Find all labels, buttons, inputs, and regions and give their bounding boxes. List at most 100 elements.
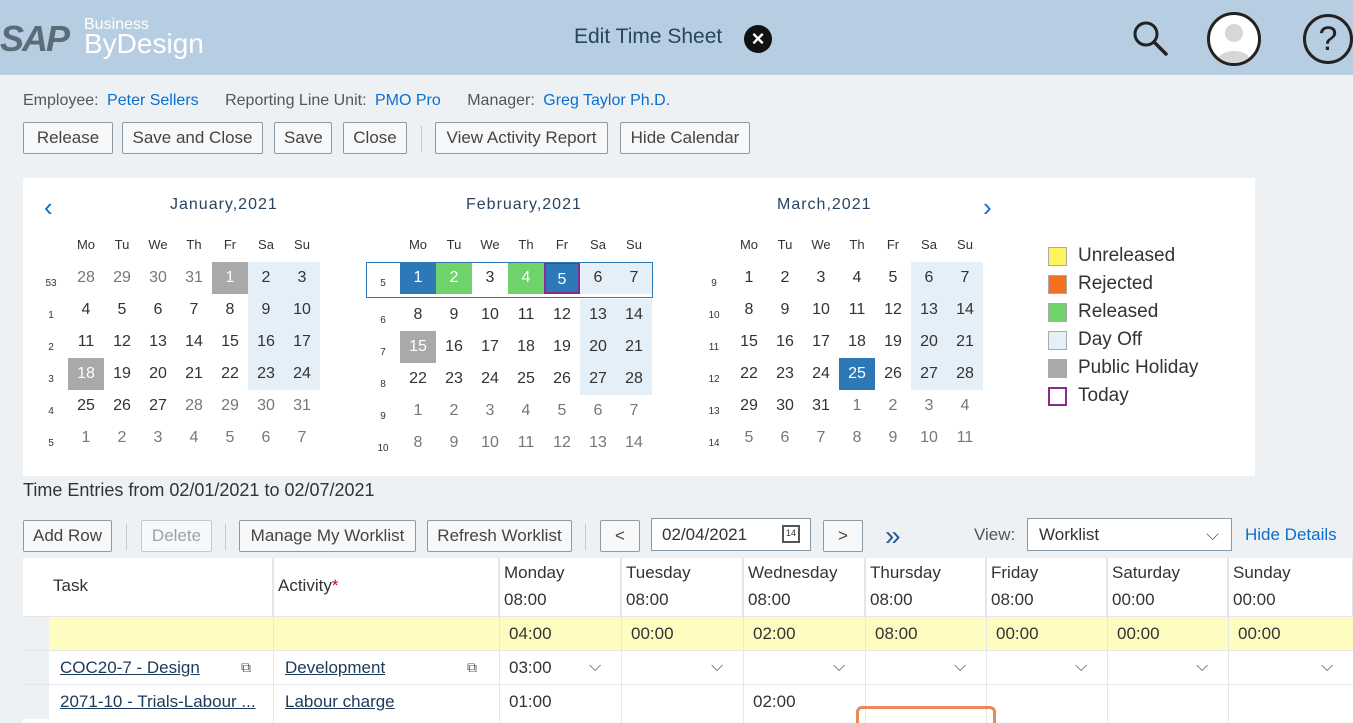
- refresh-worklist-button[interactable]: Refresh Worklist: [427, 520, 572, 552]
- calendar-day[interactable]: 28: [947, 358, 983, 390]
- table-row[interactable]: 2071-10 - Trials-Labour ... Labour charge…: [23, 684, 1353, 719]
- calendar-day[interactable]: 13: [580, 427, 616, 459]
- column-header-day[interactable]: Tuesday 08:00: [621, 558, 743, 616]
- calendar-day[interactable]: 31: [284, 390, 320, 422]
- calendar-day[interactable]: 13: [140, 326, 176, 358]
- double-chevron-right-icon[interactable]: »: [885, 520, 901, 552]
- calendar-day[interactable]: 8: [731, 294, 767, 326]
- calendar-day[interactable]: 1: [839, 390, 875, 422]
- calendar-day[interactable]: 1: [731, 262, 767, 294]
- chevron-down-icon[interactable]: ⌵: [1196, 658, 1208, 676]
- chevron-down-icon[interactable]: ⌵: [954, 658, 966, 676]
- calendar-day[interactable]: 15: [212, 326, 248, 358]
- calendar-prev-icon[interactable]: ‹: [44, 192, 53, 223]
- chevron-down-icon[interactable]: ⌵: [589, 658, 601, 676]
- calendar-day[interactable]: 10: [284, 294, 320, 326]
- calendar-day[interactable]: 11: [68, 326, 104, 358]
- calendar-day[interactable]: 15: [400, 331, 436, 363]
- delete-button[interactable]: Delete: [141, 520, 212, 552]
- calendar-day[interactable]: 5: [731, 422, 767, 454]
- calendar-day[interactable]: 19: [104, 358, 140, 390]
- time-entry-cell[interactable]: 01:00: [509, 685, 552, 719]
- calendar-day[interactable]: 22: [400, 363, 436, 395]
- view-activity-report-button[interactable]: View Activity Report: [435, 122, 608, 154]
- calendar-day[interactable]: 4: [176, 422, 212, 454]
- calendar-day[interactable]: 27: [140, 390, 176, 422]
- task-link[interactable]: 2071-10 - Trials-Labour ...: [60, 685, 256, 719]
- calendar-day[interactable]: 17: [803, 326, 839, 358]
- calendar-day[interactable]: 14: [176, 326, 212, 358]
- calendar-day[interactable]: 14: [616, 299, 652, 331]
- column-header-task[interactable]: Task: [23, 558, 273, 616]
- add-row-button[interactable]: Add Row: [23, 520, 112, 552]
- calendar-day[interactable]: 25: [508, 363, 544, 395]
- calendar-day[interactable]: 23: [767, 358, 803, 390]
- calendar-day[interactable]: 3: [911, 390, 947, 422]
- sap-logo[interactable]: SAP Business ByDesign: [0, 16, 210, 59]
- close-button[interactable]: Close: [343, 122, 407, 154]
- chevron-down-icon[interactable]: ⌵: [1321, 658, 1333, 676]
- calendar-day[interactable]: 1: [400, 395, 436, 427]
- calendar-day[interactable]: 27: [911, 358, 947, 390]
- calendar-day[interactable]: 8: [839, 422, 875, 454]
- calendar-day[interactable]: 31: [803, 390, 839, 422]
- open-activity-icon[interactable]: ⧉: [467, 659, 477, 676]
- row-selector[interactable]: [23, 651, 49, 685]
- calendar-day[interactable]: 19: [544, 331, 580, 363]
- calendar-day[interactable]: 12: [104, 326, 140, 358]
- column-header-day[interactable]: Thursday 08:00: [865, 558, 986, 616]
- employee-link[interactable]: Peter Sellers: [107, 92, 199, 109]
- calendar-day[interactable]: 27: [580, 363, 616, 395]
- calendar-day[interactable]: 24: [284, 358, 320, 390]
- calendar-day[interactable]: 25: [839, 358, 875, 390]
- column-header-day[interactable]: Sunday 00:00: [1228, 558, 1353, 616]
- save-and-close-button[interactable]: Save and Close: [122, 122, 263, 154]
- calendar-day[interactable]: 5: [104, 294, 140, 326]
- calendar-day[interactable]: 14: [616, 427, 652, 459]
- calendar-day[interactable]: 11: [839, 294, 875, 326]
- activity-link[interactable]: Labour charge: [285, 685, 395, 719]
- calendar-day[interactable]: 20: [580, 331, 616, 363]
- column-header-day[interactable]: Friday 08:00: [986, 558, 1107, 616]
- calendar-day[interactable]: 4: [839, 262, 875, 294]
- calendar-day[interactable]: 20: [911, 326, 947, 358]
- calendar-day[interactable]: 7: [176, 294, 212, 326]
- chevron-down-icon[interactable]: ⌵: [711, 658, 723, 676]
- calendar-day[interactable]: 11: [508, 299, 544, 331]
- calendar-day[interactable]: 21: [176, 358, 212, 390]
- column-header-day[interactable]: Monday 08:00: [499, 558, 621, 616]
- calendar-day[interactable]: 8: [400, 427, 436, 459]
- calendar-day[interactable]: 2: [436, 395, 472, 427]
- calendar-day[interactable]: 3: [140, 422, 176, 454]
- calendar-day[interactable]: 22: [731, 358, 767, 390]
- calendar-day[interactable]: 5: [875, 262, 911, 294]
- calendar-day[interactable]: 23: [248, 358, 284, 390]
- calendar-day[interactable]: 29: [212, 390, 248, 422]
- calendar-day[interactable]: 7: [803, 422, 839, 454]
- calendar-day[interactable]: 8: [212, 294, 248, 326]
- calendar-day[interactable]: 15: [731, 326, 767, 358]
- calendar-day[interactable]: 25: [68, 390, 104, 422]
- calendar-day[interactable]: 9: [248, 294, 284, 326]
- calendar-day[interactable]: 12: [544, 299, 580, 331]
- calendar-day[interactable]: 4: [68, 294, 104, 326]
- calendar-day[interactable]: 29: [731, 390, 767, 422]
- calendar-day[interactable]: 2: [104, 422, 140, 454]
- chevron-down-icon[interactable]: ⌵: [1075, 658, 1087, 676]
- calendar-day[interactable]: 3: [803, 262, 839, 294]
- calendar-day[interactable]: 6: [248, 422, 284, 454]
- calendar-day[interactable]: 2: [875, 390, 911, 422]
- calendar-day[interactable]: 26: [104, 390, 140, 422]
- next-week-button[interactable]: >: [823, 520, 863, 552]
- calendar-day[interactable]: 7: [947, 262, 983, 294]
- calendar-day[interactable]: 18: [508, 331, 544, 363]
- calendar-day[interactable]: 16: [248, 326, 284, 358]
- calendar-day[interactable]: 2: [248, 262, 284, 294]
- table-row[interactable]: COC20-7 - Design Development ⧉ ⧉ 03:00 ⌵ ⌵ ⌵ ⌵ ⌵ ⌵…: [23, 650, 1353, 685]
- time-entry-cell[interactable]: 02:00: [753, 685, 796, 719]
- activity-link[interactable]: Development: [285, 651, 385, 685]
- hide-details-link[interactable]: Hide Details: [1245, 525, 1337, 545]
- calendar-day[interactable]: 29: [104, 262, 140, 294]
- calendar-day[interactable]: 18: [839, 326, 875, 358]
- calendar-day[interactable]: 6: [580, 395, 616, 427]
